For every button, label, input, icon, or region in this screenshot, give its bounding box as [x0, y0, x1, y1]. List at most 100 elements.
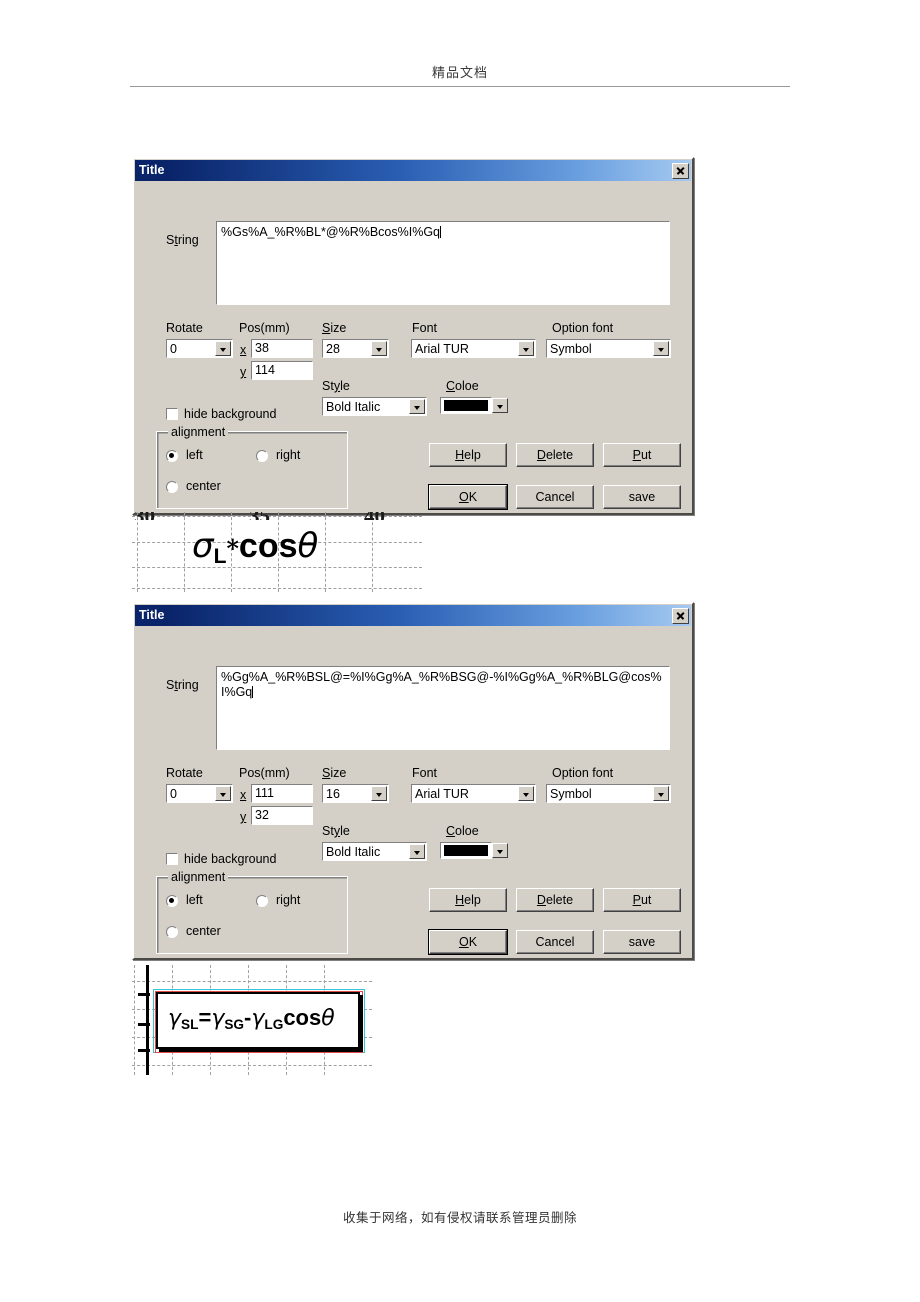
font-value-1: Arial TUR — [415, 341, 469, 356]
chevron-down-icon[interactable] — [215, 786, 231, 801]
option-font-label-1: Option font — [552, 321, 614, 335]
cancel-button-1[interactable]: Cancel — [516, 485, 594, 509]
option-font-dropdown-2[interactable]: Symbol — [546, 784, 671, 803]
delete-button-1[interactable]: Delete — [516, 443, 594, 467]
title-dialog-1[interactable]: Title String %Gs%A_%R%BL*@%R%Bcos%I%Gq R… — [132, 157, 694, 515]
close-icon[interactable] — [672, 162, 689, 179]
chevron-down-icon[interactable] — [409, 844, 425, 859]
size-value-1: 28 — [326, 341, 340, 356]
rotate-label-1: Rotate — [166, 321, 203, 335]
y-input-2[interactable]: 32 — [251, 806, 313, 825]
align-left-label-1: left — [186, 448, 203, 462]
help-button-1[interactable]: Help — [429, 443, 507, 467]
style-value-2: Bold Italic — [326, 844, 381, 859]
color-picker-2[interactable] — [440, 842, 509, 859]
rotate-value-2: 0 — [170, 786, 177, 801]
chevron-down-icon[interactable] — [371, 341, 387, 356]
preview-1-formula: σL*cosθ — [192, 526, 319, 568]
option-font-dropdown-1[interactable]: Symbol — [546, 339, 671, 358]
style-label-2: Style — [322, 824, 350, 838]
x-input-1[interactable]: 38 — [251, 339, 313, 358]
string-input-1[interactable]: %Gs%A_%R%BL*@%R%Bcos%I%Gq — [215, 220, 671, 306]
save-button-2[interactable]: save — [603, 930, 681, 954]
pos-label-1: Pos(mm) — [239, 321, 290, 335]
alignment-group-1 — [156, 431, 348, 509]
y-label-2: y — [240, 810, 247, 824]
option-font-value-1: Symbol — [550, 341, 592, 356]
chevron-down-icon[interactable] — [409, 399, 425, 414]
align-center-label-1: center — [186, 479, 221, 493]
style-dropdown-2[interactable]: Bold Italic — [322, 842, 427, 861]
align-left-label-2: left — [186, 893, 203, 907]
color-swatch-2[interactable] — [440, 842, 492, 859]
color-label-2: Coloe — [446, 824, 479, 838]
put-button-1[interactable]: Put — [603, 443, 681, 467]
hide-background-checkbox-2[interactable] — [166, 853, 178, 865]
align-left-radio-2[interactable] — [166, 895, 178, 907]
pos-label-2: Pos(mm) — [239, 766, 290, 780]
align-center-radio-1[interactable] — [166, 481, 178, 493]
font-label-1: Font — [412, 321, 438, 335]
close-icon[interactable] — [672, 607, 689, 624]
ok-button-1[interactable]: OK — [428, 484, 508, 510]
chevron-down-icon[interactable] — [371, 786, 387, 801]
style-dropdown-1[interactable]: Bold Italic — [322, 397, 427, 416]
cancel-button-2[interactable]: Cancel — [516, 930, 594, 954]
help-button-2[interactable]: Help — [429, 888, 507, 912]
align-right-radio-1[interactable] — [256, 450, 268, 462]
x-label-2: x — [240, 788, 247, 802]
string-label-1: String — [166, 233, 199, 247]
save-button-1[interactable]: save — [603, 485, 681, 509]
option-font-label-2: Option font — [552, 766, 614, 780]
dialog-2-titlebar[interactable]: Title — [135, 605, 691, 626]
rotate-label-2: Rotate — [166, 766, 203, 780]
delete-button-2[interactable]: Delete — [516, 888, 594, 912]
font-dropdown-1[interactable]: Arial TUR — [411, 339, 536, 358]
alignment-group-label-2: alignment — [168, 870, 229, 884]
alignment-group-label-1: alignment — [168, 425, 229, 439]
string-label-2: String — [166, 678, 199, 692]
preview-2-formula: γSL=γSG-γLGcosθ — [168, 1005, 335, 1032]
chevron-down-icon[interactable] — [215, 341, 231, 356]
hide-background-checkbox-1[interactable] — [166, 408, 178, 420]
string-input-2[interactable]: %Gg%A_%R%BSL@=%I%Gg%A_%R%BSG@-%I%Gg%A_%R… — [215, 665, 671, 751]
dialog-2-title: Title — [139, 608, 165, 622]
preview-2-axis — [146, 965, 149, 1075]
x-input-2[interactable]: 111 — [251, 784, 313, 803]
header-divider — [130, 86, 790, 87]
style-label-1: Style — [322, 379, 350, 393]
size-dropdown-2[interactable]: 16 — [322, 784, 389, 803]
chevron-down-icon[interactable] — [653, 786, 669, 801]
font-label-2: Font — [412, 766, 438, 780]
title-dialog-2[interactable]: Title String %Gg%A_%R%BSL@=%I%Gg%A_%R%BS… — [132, 602, 694, 960]
chevron-down-icon[interactable] — [518, 786, 534, 801]
align-center-label-2: center — [186, 924, 221, 938]
option-font-value-2: Symbol — [550, 786, 592, 801]
align-right-label-1: right — [276, 448, 301, 462]
color-swatch-1[interactable] — [440, 397, 492, 414]
align-right-radio-2[interactable] — [256, 895, 268, 907]
chevron-down-icon[interactable] — [492, 398, 508, 413]
dialog-1-titlebar[interactable]: Title — [135, 160, 691, 181]
formula-preview-1: 30 35 40 σL*cosθ — [132, 512, 422, 592]
font-value-2: Arial TUR — [415, 786, 469, 801]
hide-background-label-2: hide background — [184, 852, 277, 866]
rotate-value-1: 0 — [170, 341, 177, 356]
formula-preview-2: γSL=γSG-γLGcosθ — [132, 965, 372, 1075]
align-center-radio-2[interactable] — [166, 926, 178, 938]
color-picker-1[interactable] — [440, 397, 509, 414]
y-label-1: y — [240, 365, 247, 379]
rotate-dropdown-1[interactable]: 0 — [166, 339, 233, 358]
size-dropdown-1[interactable]: 28 — [322, 339, 389, 358]
y-input-1[interactable]: 114 — [251, 361, 313, 380]
chevron-down-icon[interactable] — [492, 843, 508, 858]
ok-button-2[interactable]: OK — [428, 929, 508, 955]
align-left-radio-1[interactable] — [166, 450, 178, 462]
chevron-down-icon[interactable] — [653, 341, 669, 356]
color-label-1: Coloe — [446, 379, 479, 393]
chevron-down-icon[interactable] — [518, 341, 534, 356]
rotate-dropdown-2[interactable]: 0 — [166, 784, 233, 803]
put-button-2[interactable]: Put — [603, 888, 681, 912]
size-label-2: Size — [322, 766, 347, 780]
font-dropdown-2[interactable]: Arial TUR — [411, 784, 536, 803]
